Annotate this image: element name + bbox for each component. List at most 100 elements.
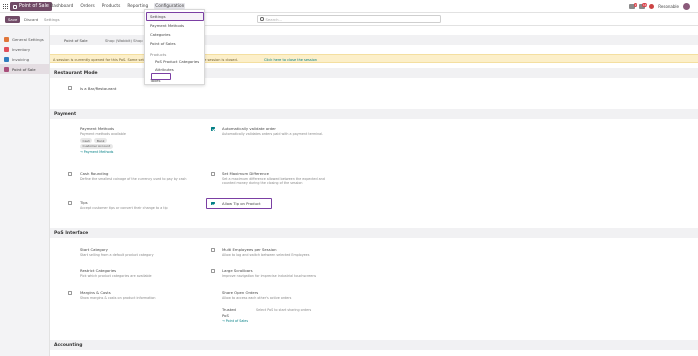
section-title: Restaurant Mode <box>54 70 98 76</box>
setting-description: Start selling from a default product cat… <box>80 253 154 257</box>
setting-multi-employees: Multi Employees per Session Allow to log… <box>222 247 309 257</box>
search-icon <box>260 17 264 21</box>
configuration-dropdown: Settings Payment Methods Categories Poin… <box>144 9 205 85</box>
setting-share-orders: Share Open Orders Allow to access each o… <box>222 290 291 300</box>
setting-max-difference: Set Maximum Difference Set a maximum dif… <box>222 171 332 186</box>
section-payment: Payment <box>50 109 698 119</box>
setting-title: Allow Tip on Product <box>222 201 261 206</box>
menu-products[interactable]: Products <box>101 3 122 9</box>
invoicing-icon <box>4 56 9 62</box>
setting-description: Set a maximum difference allowed between… <box>222 177 325 186</box>
setting-tips: Tips Accept customer tips or convert the… <box>80 200 168 210</box>
setting-title: Is a Bar/Restaurant <box>80 85 117 91</box>
setting-title: Share Open Orders <box>222 290 259 295</box>
setting-title: Payment Methods <box>80 126 115 131</box>
max-difference-checkbox[interactable] <box>211 172 215 176</box>
setting-description: Pick which product categories are availa… <box>80 274 152 278</box>
app-grid-icon[interactable] <box>3 4 8 9</box>
menu-item-categories[interactable]: Categories <box>150 32 170 37</box>
setting-description: Allow to log and switch between selected… <box>222 253 310 257</box>
section-accounting: Accounting <box>50 340 698 350</box>
setting-description: Define the smallest coinage of the curre… <box>80 177 187 181</box>
company-icon <box>649 4 655 9</box>
setting-description: Payment methods available <box>80 132 126 136</box>
app-brand: Point of Sale <box>3 2 52 11</box>
pos-selector-value[interactable]: Shop (Wabbit) Shop <box>105 38 143 43</box>
app-title-badge[interactable]: Point of Sale <box>10 2 52 11</box>
margins-costs-checkbox[interactable] <box>68 291 72 295</box>
messages-icon[interactable]: 2 <box>629 2 638 9</box>
menu-item-payment-methods[interactable]: Payment Methods <box>150 23 184 28</box>
setting-title: Start Category <box>80 247 108 252</box>
sidebar-item-label: Inventory <box>12 46 31 52</box>
point-of-sales-link[interactable]: → Point of Sales <box>222 319 248 323</box>
multi-employees-checkbox[interactable] <box>211 248 215 252</box>
sidebar-item-inventory[interactable]: Inventory <box>0 44 49 54</box>
setting-margins-costs: Margins & Costs Show margins & costs on … <box>80 290 155 300</box>
save-button[interactable]: Save <box>5 16 21 23</box>
close-session-link[interactable]: Click here to close the session <box>264 58 317 62</box>
setting-description: Accept customer tips or convert their ch… <box>80 206 168 210</box>
setting-payment-methods: Payment Methods Payment methods availabl… <box>80 126 126 154</box>
sidebar-item-invoicing[interactable]: Invoicing <box>0 54 49 64</box>
share-orders-link-wrap: → Point of Sales <box>222 319 248 323</box>
pos-label: PoS <box>222 313 229 318</box>
setting-title: Margins & Costs <box>80 290 111 295</box>
menu-dashboard[interactable]: Dashboard <box>49 3 74 9</box>
setting-restaurant: Is a Bar/Restaurant <box>80 86 116 91</box>
setting-title: Cash Rounding <box>80 171 109 176</box>
setting-title: Automatically validate order <box>222 126 276 131</box>
setting-start-category: Start Category Start selling from a defa… <box>80 247 154 257</box>
section-title: PoS Interface <box>54 230 89 236</box>
inventory-icon <box>4 46 9 52</box>
large-scrollbars-checkbox[interactable] <box>211 269 215 273</box>
user-avatar[interactable] <box>683 3 690 10</box>
tag-bank[interactable]: Bank <box>94 138 107 144</box>
setting-cash-rounding: Cash Rounding Define the smallest coinag… <box>80 171 200 181</box>
sidebar-item-general-settings[interactable]: General Settings <box>0 34 49 44</box>
payment-methods-link[interactable]: → Payment Methods <box>80 150 126 154</box>
section-title: Accounting <box>54 342 83 348</box>
top-navbar: Point of Sale Dashboard Orders Products … <box>0 0 698 13</box>
tips-checkbox[interactable] <box>68 201 72 205</box>
sidebar-item-point-of-sale[interactable]: Point of Sale <box>0 64 49 74</box>
menu-item-point-of-sales[interactable]: Point of Sales <box>150 41 176 46</box>
activities-icon[interactable]: 14 <box>639 2 648 9</box>
pos-selector-label: Point of Sale <box>64 38 88 43</box>
discard-button[interactable]: Discard <box>24 17 38 22</box>
search-input[interactable]: Search... <box>257 15 441 23</box>
setting-title: Large Scrollbars <box>222 268 253 273</box>
menu-item-taxes[interactable]: Taxes <box>150 78 160 83</box>
setting-title: Multi Employees per Session <box>222 247 277 252</box>
cash-rounding-checkbox[interactable] <box>68 172 72 176</box>
setting-title: Restrict Categories <box>80 268 117 273</box>
allow-tip-checkbox[interactable] <box>211 201 215 205</box>
sidebar-item-label: General Settings <box>12 36 44 42</box>
setting-title: Set Maximum Difference <box>222 171 269 176</box>
pos-logo-icon <box>13 4 17 9</box>
setting-title: Tips <box>80 200 88 205</box>
menu-orders[interactable]: Orders <box>79 3 95 9</box>
systray: 2 14 Resonable <box>629 2 690 10</box>
company-name[interactable]: Resonable <box>658 4 679 9</box>
messages-count: 2 <box>633 2 638 7</box>
app-title: Point of Sale <box>19 4 49 9</box>
search-placeholder: Search... <box>265 16 283 22</box>
tag-customer-account[interactable]: Customer Account <box>80 144 113 149</box>
auto-validate-checkbox[interactable] <box>211 127 215 131</box>
menu-item-settings[interactable]: Settings <box>150 14 166 19</box>
setting-allow-tip: Allow Tip on Product <box>222 201 261 206</box>
restaurant-checkbox[interactable] <box>68 86 72 90</box>
payment-method-tags-row2: Customer Account <box>80 144 126 149</box>
sidebar-item-label: Invoicing <box>12 56 30 62</box>
setting-auto-validate: Automatically validate order Automatical… <box>222 126 323 136</box>
tag-cash[interactable]: Cash <box>80 138 93 144</box>
menu-item-pos-product-categories[interactable]: PoS Product Categories <box>155 59 199 64</box>
general-settings-icon <box>4 36 9 42</box>
section-title: Payment <box>54 111 77 117</box>
menu-item-attributes[interactable]: Attributes <box>155 67 174 72</box>
trusted-pos-input[interactable]: Select PoS to start sharing orders <box>256 307 311 312</box>
trusted-pos-field: Trusted <box>222 307 236 312</box>
setting-description: Improve navigation for imprecise industr… <box>222 274 317 278</box>
point-of-sale-icon <box>4 66 9 72</box>
